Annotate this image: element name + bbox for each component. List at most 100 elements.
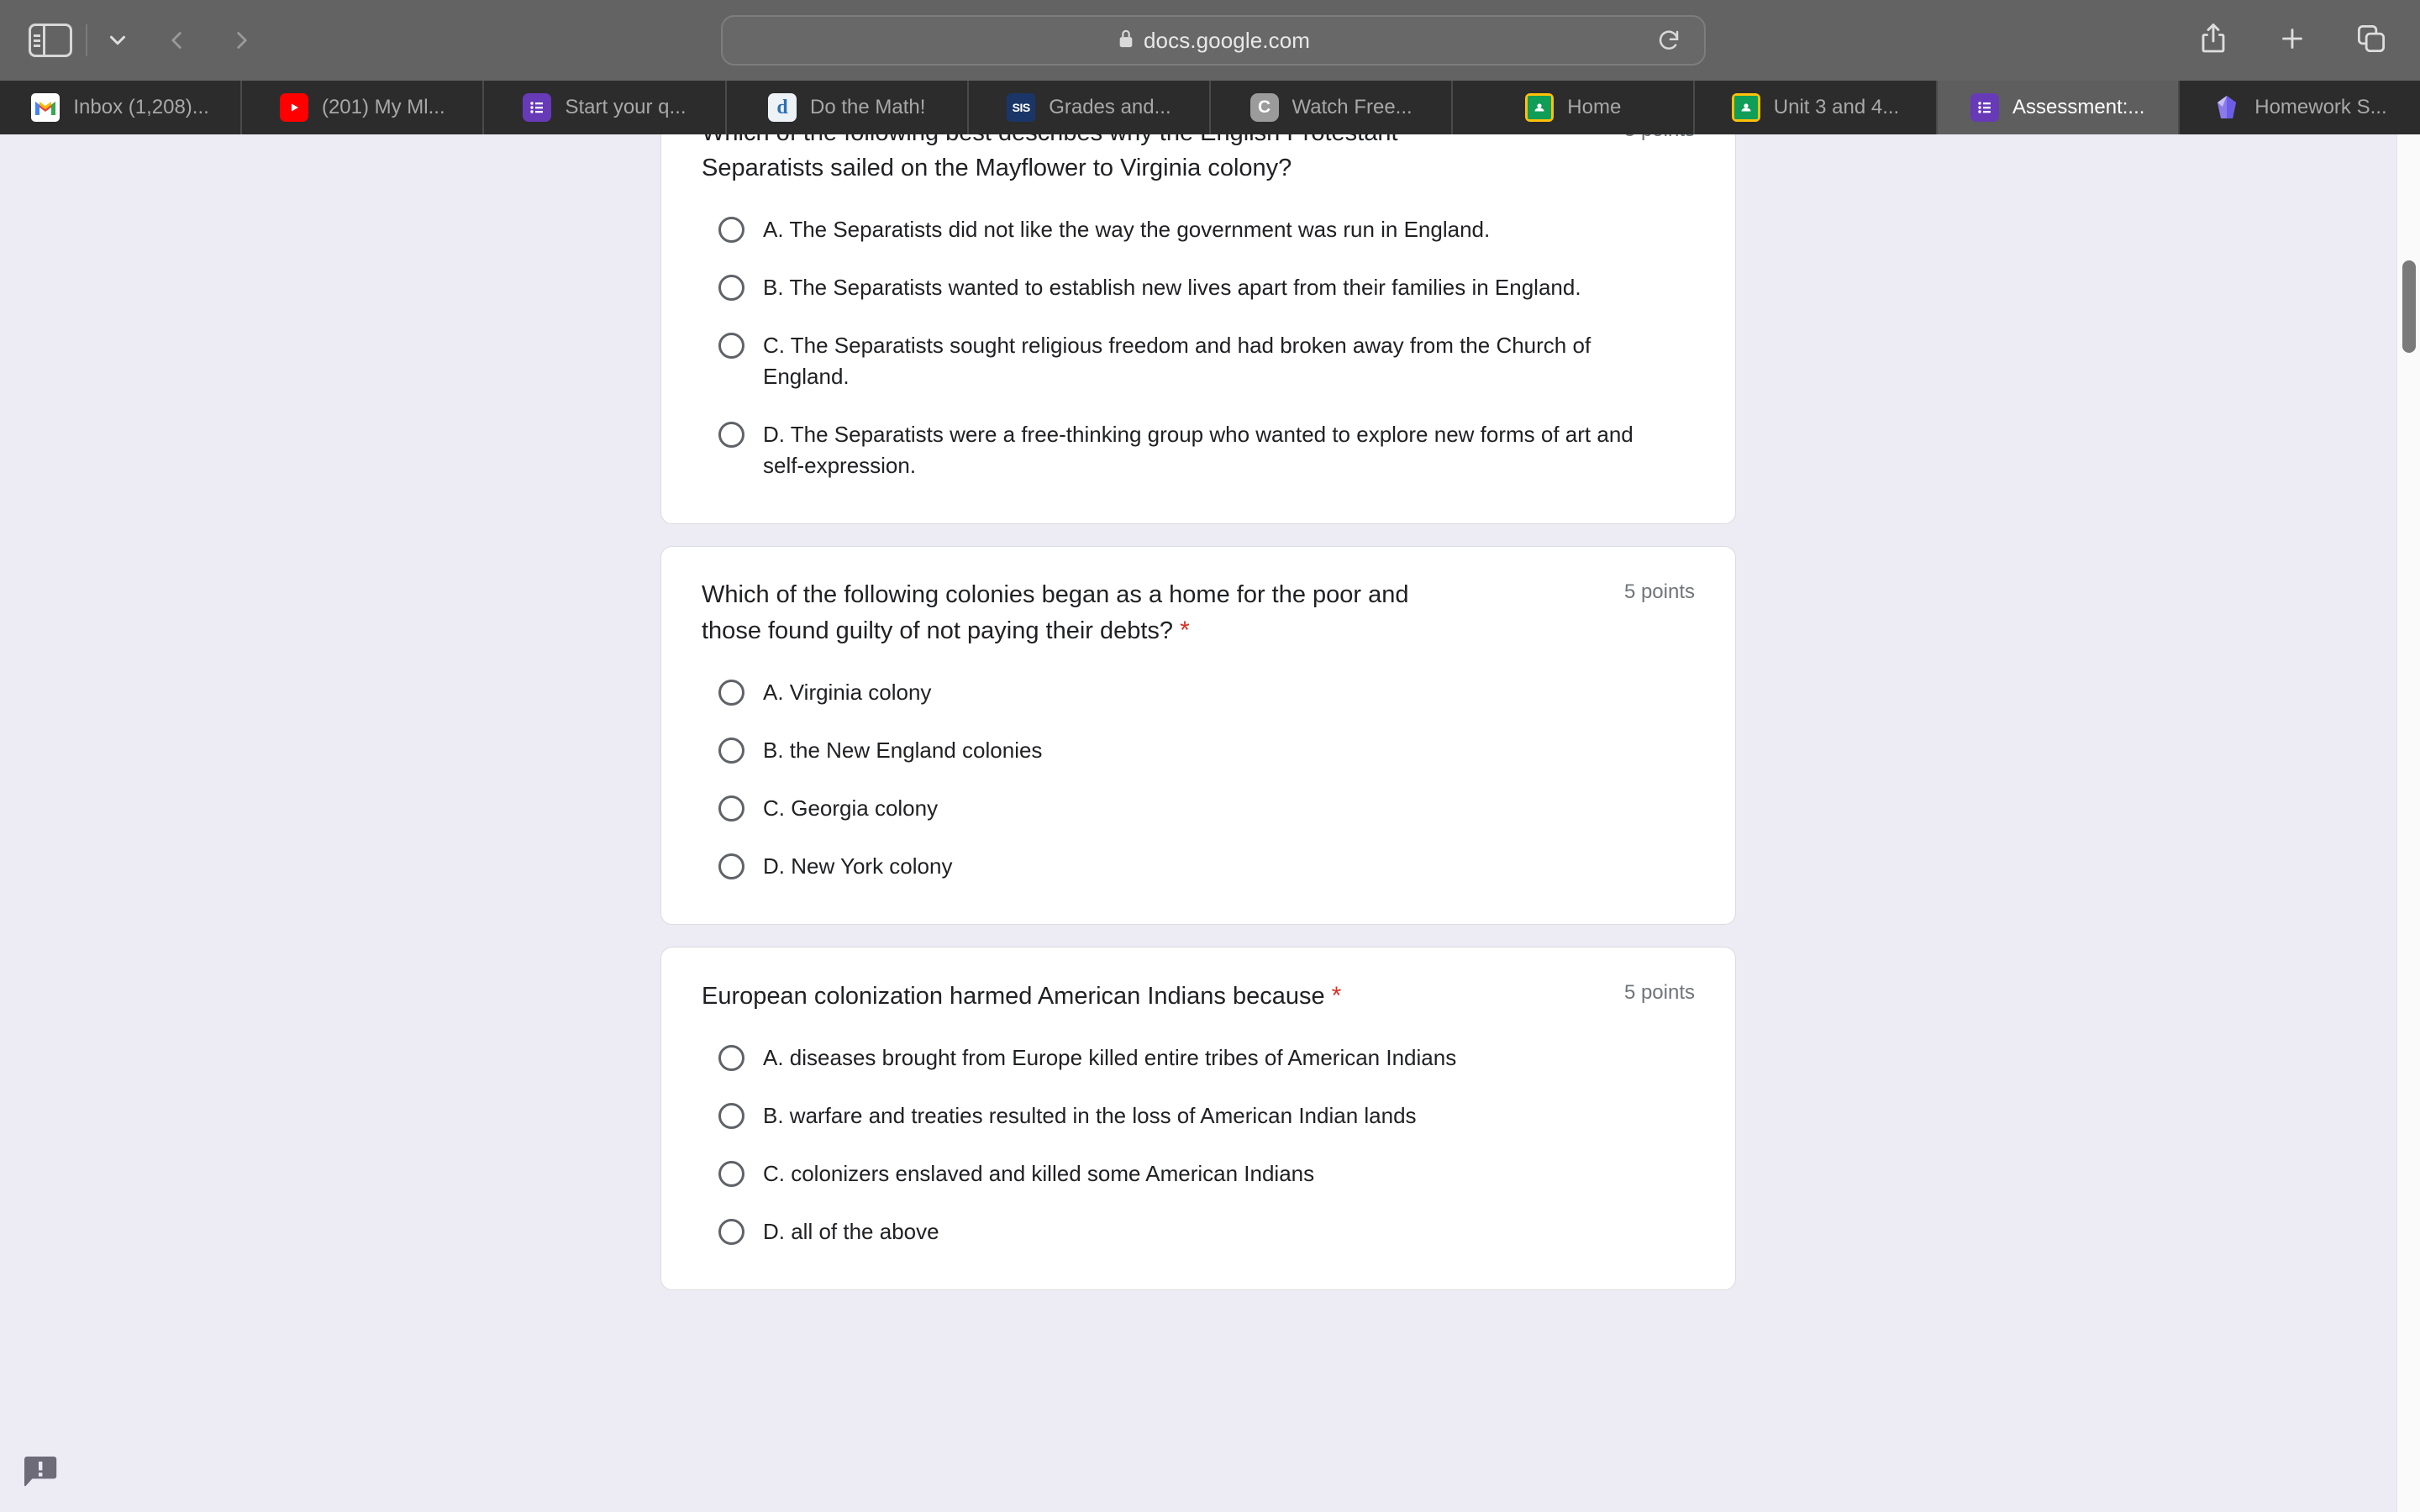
chevron-down-icon[interactable] [101,24,134,57]
option-row[interactable]: C. Georgia colony [702,780,1695,837]
address-bar[interactable]: docs.google.com [721,15,1706,66]
browser-tab-grades[interactable]: SIS Grades and... [968,81,1212,134]
share-icon[interactable] [2190,15,2237,62]
google-forms-icon [523,93,552,122]
browser-tab-youtube[interactable]: (201) My Ml... [242,81,485,134]
sis-icon-letters: SIS [1012,101,1031,114]
google-forms-icon [1970,93,2000,122]
browser-tab-do-the-math[interactable]: d Do the Math! [726,81,969,134]
browser-tab-assessment[interactable]: Assessment:... [1937,81,2180,134]
question-options: A. Virginia colony B. the New England co… [702,648,1695,924]
tab-label: Inbox (1,208)... [73,96,209,118]
option-label: A. diseases brought from Europe killed e… [763,1045,1457,1071]
tab-label: Unit 3 and 4... [1773,96,1900,118]
canvas-icon: C [1249,93,1279,122]
radio-button-icon[interactable] [718,1045,744,1072]
tab-label: Do the Math! [810,96,926,118]
browser-tab-watch-free[interactable]: C Watch Free... [1211,81,1454,134]
radio-button-icon[interactable] [718,795,744,822]
option-row[interactable]: B. The Separatists wanted to establish n… [702,259,1695,317]
browser-tab-unit-3-and-4[interactable]: Unit 3 and 4... [1695,81,1938,134]
forward-arrow-icon[interactable] [224,22,260,59]
toolbar-divider [86,24,87,56]
desmos-icon-letter: d [776,96,788,118]
toolbar-right-group [2190,15,2395,62]
option-row[interactable]: D. New York colony [702,837,1695,895]
question-points: 5 points [1624,134,1695,142]
option-label: D. all of the above [763,1218,939,1244]
radio-button-icon[interactable] [718,680,744,706]
tab-label: Grades and... [1049,96,1171,118]
question-options: A. diseases brought from Europe killed e… [702,1014,1695,1289]
tab-label: Watch Free... [1292,96,1413,118]
page-scrollbar[interactable] [2396,134,2420,1512]
tab-label: Home [1567,96,1622,118]
browser-tab-inbox[interactable]: Inbox (1,208)... [0,81,243,134]
radio-button-icon[interactable] [718,853,744,879]
option-label: D. New York colony [763,853,953,879]
option-row[interactable]: A. The Separatists did not like the way … [702,201,1695,259]
question-title: Which of the following colonies began as… [702,577,1424,649]
option-label: B. the New England colonies [763,737,1043,763]
question-points: 5 points [1623,580,1695,603]
address-bar-container: docs.google.com [721,15,1706,66]
option-label: C. The Separatists sought religious free… [763,332,1591,389]
toolbar-left-group [0,22,260,59]
option-row[interactable]: B. the New England colonies [702,722,1695,780]
option-label: B. The Separatists wanted to establish n… [763,275,1581,300]
radio-button-icon[interactable] [718,332,744,359]
option-row[interactable]: D. all of the above [702,1203,1695,1261]
tab-overview-icon[interactable] [2348,15,2395,62]
browser-tab-home[interactable]: Home [1453,81,1696,134]
option-row[interactable]: C. The Separatists sought religious free… [702,317,1695,406]
option-label: C. Georgia colony [763,795,939,821]
google-classroom-icon [1525,93,1555,122]
radio-button-icon[interactable] [718,1218,744,1245]
radio-button-icon[interactable] [718,1161,744,1188]
browser-tab-homework[interactable]: Homework S... [2179,81,2420,134]
navigation-arrows [158,22,260,59]
question-header: Which of the following best describes wh… [702,134,1695,186]
question-card: Which of the following colonies began as… [660,545,1736,925]
radio-button-icon[interactable] [718,275,744,301]
question-title-text: European colonization harmed American In… [702,982,1325,1010]
reload-icon[interactable] [1652,24,1686,57]
option-label: A. The Separatists did not like the way … [763,217,1491,243]
question-header: Which of the following colonies began as… [702,547,1695,649]
back-arrow-icon[interactable] [158,22,195,59]
tab-strip: Inbox (1,208)... (201) My Ml... Start yo… [0,81,2420,134]
option-row[interactable]: A. Virginia colony [702,664,1695,722]
radio-button-icon[interactable] [718,421,744,448]
question-points: 5 points [1623,980,1695,1004]
desmos-icon: d [768,93,797,122]
question-header: European colonization harmed American In… [702,948,1695,1015]
question-title: Which of the following best describes wh… [702,134,1398,182]
radio-button-icon[interactable] [718,217,744,244]
page-viewport: Which of the following best describes wh… [0,134,2420,1512]
question-card: European colonization harmed American In… [660,946,1736,1290]
scrollbar-thumb[interactable] [2402,260,2416,353]
form-question-list: Which of the following best describes wh… [660,134,1736,1312]
option-row[interactable]: B. warfare and treaties resulted in the … [702,1087,1695,1145]
canvas-icon-letter: C [1257,97,1271,117]
address-bar-content: docs.google.com [1117,28,1310,54]
option-label: D. The Separatists were a free-thinking … [763,421,1634,478]
question-title: European colonization harmed American In… [702,978,1491,1015]
plus-icon[interactable] [2269,15,2316,62]
option-row[interactable]: A. diseases brought from Europe killed e… [702,1029,1695,1087]
radio-button-icon[interactable] [718,737,744,764]
required-asterisk: * [1331,981,1342,1010]
sidebar-toggle-lines [31,26,45,55]
tab-label: Start your q... [565,96,687,118]
option-row[interactable]: C. colonizers enslaved and killed some A… [702,1145,1695,1203]
option-label: A. Virginia colony [763,680,932,706]
option-row[interactable]: D. The Separatists were a free-thinking … [702,406,1695,495]
required-asterisk: * [1180,616,1190,644]
feedback-report-icon[interactable] [22,1455,59,1488]
sidebar-toggle-icon[interactable] [29,24,72,57]
tab-label: Homework S... [2254,96,2387,118]
lock-icon [1117,28,1135,54]
browser-tab-start-your-quiz[interactable]: Start your q... [484,81,727,134]
radio-button-icon[interactable] [718,1103,744,1130]
question-card: Which of the following best describes wh… [660,134,1736,524]
